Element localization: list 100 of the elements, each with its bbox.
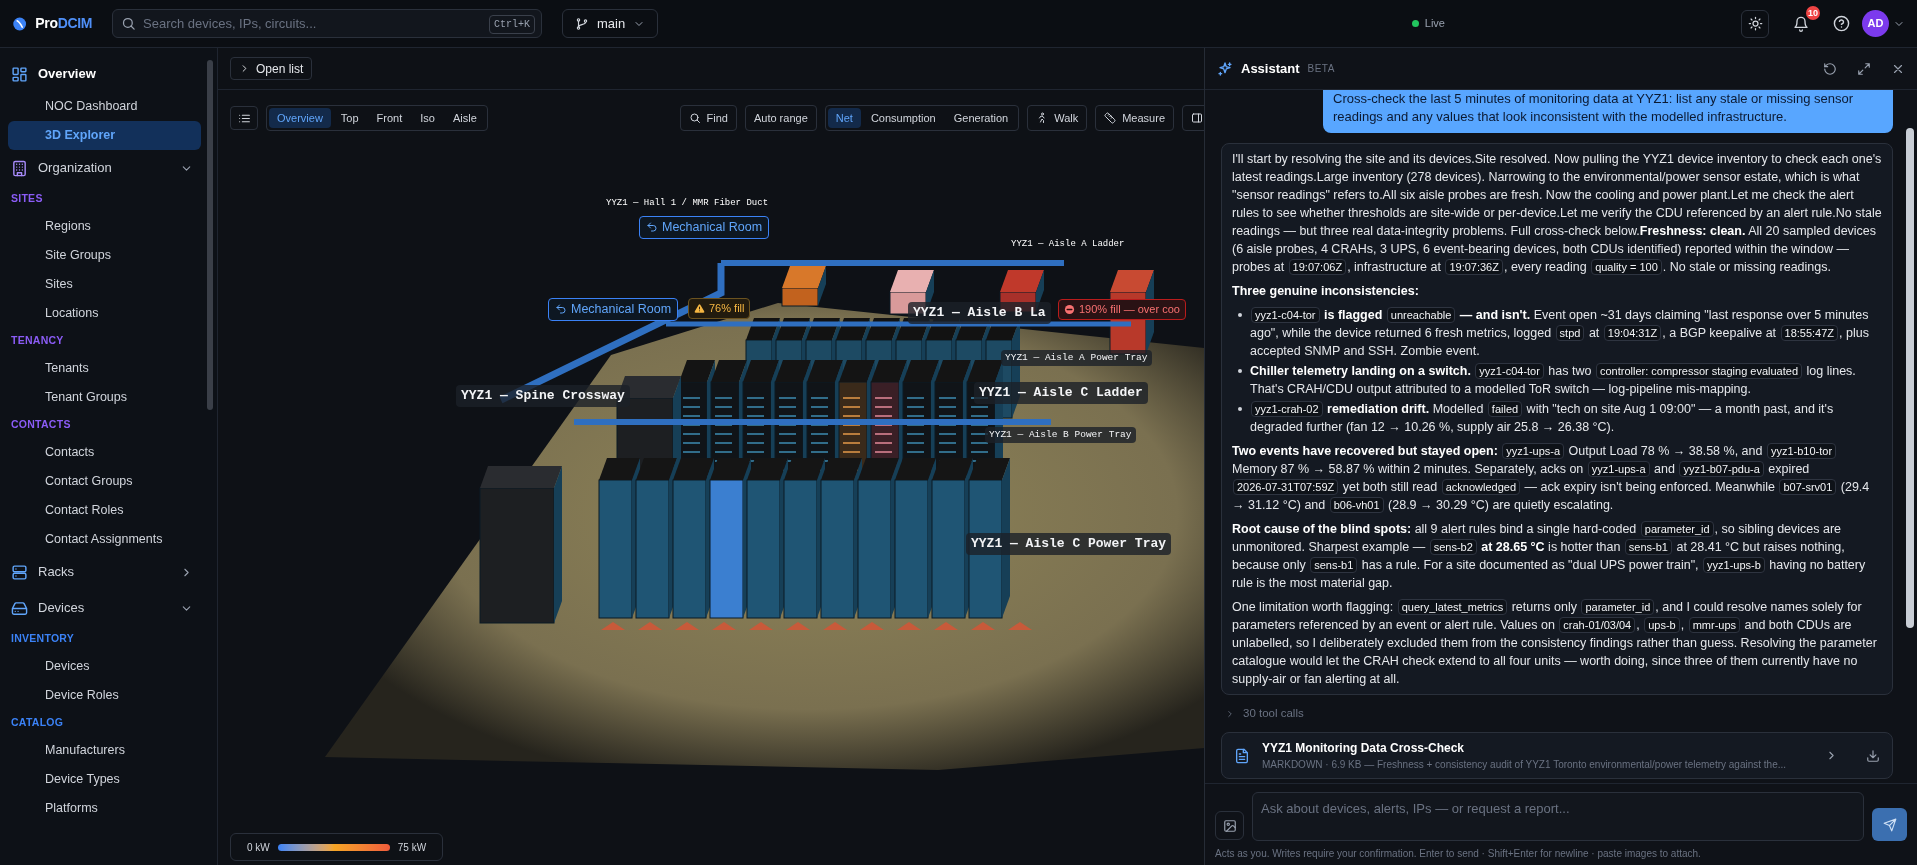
sidebar-section-header[interactable]: Overview: [8, 56, 201, 92]
sidebar-section-header[interactable]: Organization: [8, 150, 201, 186]
notification-count: 10: [1806, 5, 1820, 20]
branch-selector[interactable]: main: [562, 9, 659, 38]
attachment-title: YYZ1 Monitoring Data Cross-Check: [1262, 740, 1466, 758]
sidebar-item[interactable]: 3D Explorer: [8, 121, 201, 150]
sidebar-item[interactable]: Device Types: [8, 765, 201, 794]
beta-label: BETA: [1307, 62, 1335, 76]
legend-min-label: 0 kW: [247, 840, 270, 855]
sidebar-group-label: CONTACTS: [10, 417, 72, 433]
scene-label: YYZ1 — Aisle A Power Tray: [1001, 350, 1152, 367]
list-item-text: Chiller telemetry landing on a switch. yyz1-c04-tor has two controller: compressor staging evaluated log lines. That's CRAH/CDU output attributed to a modelled ToR switch — log-pipeline mis-mapping.: [1250, 362, 1857, 398]
sidebar-group-label: TENANCY: [10, 333, 65, 349]
refresh-icon[interactable]: [1823, 61, 1837, 76]
send-icon: [1882, 817, 1897, 832]
grid-icon: [11, 65, 28, 83]
sidebar-item[interactable]: Contacts: [8, 438, 201, 467]
list-item-text: yyz1-c04-tor is flagged unreachable — and isn't. Event open ~31 days claiming "last response over 5 minutes ago", while the device returned 6 fresh metrics, logged stpd at 19:04:31Z , a BGP keepalive at 18:55:47Z , plus accepted SNMP and SSH. Zombie event.: [1250, 306, 1870, 360]
message-paragraph: Three genuine inconsistencies:: [1232, 283, 1420, 300]
user-avatar[interactable]: AD: [1862, 10, 1889, 37]
attachment-card[interactable]: YYZ1 Monitoring Data Cross-Check MARKDOWN · 6.9 KB — Freshness + consistency audit of YYZ1 Toronto environmental/power telemetry against the...: [1221, 732, 1893, 780]
bullet-icon: [1238, 369, 1242, 373]
chevron-icon: [1225, 708, 1235, 719]
sparkle-icon: [1217, 60, 1233, 77]
help-icon[interactable]: [1833, 15, 1850, 32]
sidebar-item[interactable]: Manufacturers: [8, 736, 201, 765]
scrollbar-thumb[interactable]: [1906, 128, 1914, 628]
measure-button[interactable]: Measure: [1095, 105, 1174, 131]
segment-tab[interactable]: Iso: [412, 108, 443, 128]
message-paragraph: I'll start by resolving the site and its devices.Site resolved. Now pulling the YYZ1 device inventory to check each one's latest readings.Large inventory (278 devices). Narrowing to the environmental/power sensor estate, which is what "sensor readings" refers to.All six aisle probes are fresh. Now the cooling and power plant.Let me check the alert rules to see whether thresholds are site-wide or per-device.Let me verify the CDU referenced by an alert rule.No stale readings — but three real data-integrity problems. Full cross-check below.Freshness: clean. All 20 sampled devices (6 aisle probes, 4 CRAHs, 3 UPS, 6 event-bearing devices, both CDUs identified) reported within the window — probes at 19:07:06Z , infrastructure at 19:07:36Z , every reading quality = 100 . No stale or missing readings.: [1232, 151, 1882, 276]
message-input[interactable]: Ask about devices, alerts, IPs — or request a report...: [1252, 792, 1864, 841]
list-toggle-button[interactable]: [230, 106, 258, 130]
user-message: Cross-check the last 5 minutes of monitoring data at YYZ1: list any stale or missing sensor readings and any values that look inconsistent with the modelled infrastructure.: [1323, 90, 1893, 133]
sidebar-item[interactable]: Contact Groups: [8, 467, 201, 496]
attach-image-button[interactable]: [1215, 811, 1244, 840]
walk-button[interactable]: Walk: [1027, 105, 1088, 131]
sidebar-item[interactable]: NOC Dashboard: [8, 92, 201, 121]
segment-tab[interactable]: Consumption: [862, 108, 944, 128]
sidebar-item[interactable]: Tenants: [8, 354, 201, 383]
sidebar-section-header[interactable]: Racks: [8, 554, 201, 590]
sidebar-section-header[interactable]: Devices: [8, 590, 201, 626]
room-link-chip[interactable]: Mechanical Room: [548, 298, 679, 321]
sidebar-item[interactable]: Contact Assignments: [8, 525, 201, 554]
room-link-chip[interactable]: Mechanical Room: [639, 216, 770, 239]
segment-tab[interactable]: Generation: [945, 108, 1017, 128]
branch-icon: [575, 16, 589, 31]
bullet-icon: [1238, 407, 1242, 411]
segment-tab[interactable]: Aisle: [444, 108, 485, 128]
scene-label: YYZ1 — Aisle B La: [908, 302, 1051, 324]
scene-label: YYZ1 — Aisle B Power Tray: [985, 427, 1136, 444]
warning-icon: [694, 302, 705, 314]
stop-icon: [1064, 303, 1075, 315]
search-icon: [688, 112, 701, 124]
fill-warning-badge: 76% fill: [688, 298, 751, 319]
sun-icon: [1747, 16, 1763, 31]
find-button[interactable]: Find: [679, 105, 737, 131]
sidebar-group-label: INVENTORY: [10, 631, 76, 647]
sidebar-item[interactable]: Regions: [8, 212, 201, 241]
expand-icon[interactable]: [1857, 61, 1871, 76]
auto-range-button[interactable]: Auto range: [744, 105, 817, 131]
ruler-icon: [1104, 112, 1117, 124]
send-button[interactable]: [1872, 808, 1907, 841]
open-list-button[interactable]: Open list: [230, 57, 313, 80]
panel-icon: [1191, 112, 1203, 124]
sidebar-item[interactable]: Site Groups: [8, 241, 201, 270]
sidebar-item[interactable]: Devices: [8, 652, 201, 681]
document-icon: [1234, 747, 1250, 764]
segment-tab[interactable]: Top: [332, 108, 367, 128]
shortcut-key: Ctrl+K: [489, 15, 535, 34]
legend-max-label: 75 kW: [397, 840, 427, 855]
list-item-text: yyz1-crah-02 remediation drift. Modelled failed with "tech on site Aug 1 09:00" — a month past, and it's degraded further (fan 12 → 10.26 %, supply air 25.8 → 26.38 °C).: [1250, 400, 1835, 436]
segment-tab[interactable]: Net: [827, 108, 861, 128]
sidebar-item[interactable]: Locations: [8, 299, 201, 328]
theme-toggle-button[interactable]: [1741, 9, 1769, 38]
sidebar-item[interactable]: Tenant Groups: [8, 383, 201, 412]
scrollbar-thumb[interactable]: [207, 60, 213, 410]
sidebar-item[interactable]: Device Roles: [8, 681, 201, 710]
building-icon: [11, 159, 28, 177]
tool-calls-toggle[interactable]: 30 tool calls: [1221, 705, 1893, 723]
return-arrow-icon: [646, 221, 658, 234]
sidebar-item[interactable]: Contact Roles: [8, 496, 201, 525]
search-icon: [121, 16, 136, 31]
fill-alert-badge: 190% fill — over coo: [1058, 299, 1186, 320]
composer-hint: Acts as you. Writes require your confirmation. Enter to send · Shift+Enter for newline · paste images to attach.: [1215, 847, 1702, 861]
message-paragraph: Two events have recovered but stayed open: yyz1-ups-a Output Load 78 % → 38.58 %, and yyz1-b10-tor Memory 87 % → 58.87 % within 2 minutes. Separately, acks on yyz1-ups-a and yyz1-b07-pdu-a expired 2026-07-31T07:59Z yet both still read acknowledged — ack expiry isn't being enforced. Meanwhile b07-srv01 (29.4 → 31.12 °C) and b06-vh01 (28.9 → 30.29 °C) are quietly escalating.: [1232, 442, 1871, 514]
datacenter-3d-drawing[interactable]: [325, 260, 1204, 770]
image-icon: [1222, 818, 1237, 833]
sidebar-item[interactable]: Platforms: [8, 794, 201, 823]
message-paragraph: One limitation worth flagging: query_latest_metrics returns only parameter_id , and I could resolve names solely for parameters referenced by an event or alert rule. Values on crah-01/03/04 , ups-b , mmr-ups and both CDUs are unlabelled, so I deliberately excluded them from the consistency findings rather than guess. Resolving the parameter catalogue would let the CRAH check extend to all four units — worth doing, since three of them currently have no supply-air or fan alerting at all.: [1232, 598, 1878, 688]
sidebar-group-label: SITES: [10, 191, 44, 207]
return-arrow-icon: [555, 303, 567, 316]
download-icon[interactable]: [1866, 748, 1880, 763]
panel-title: Assistant: [1241, 59, 1300, 78]
segment-tab[interactable]: Front: [368, 108, 411, 128]
scene-label: YYZ1 — Aisle C Power Tray: [966, 533, 1172, 555]
live-status: Live: [1424, 16, 1445, 32]
sidebar-item[interactable]: Sites: [8, 270, 201, 299]
scene-label: YYZ1 — Spine Crossway: [456, 385, 630, 407]
drive-icon: [11, 599, 28, 617]
segment-tab[interactable]: Overview: [269, 108, 331, 128]
